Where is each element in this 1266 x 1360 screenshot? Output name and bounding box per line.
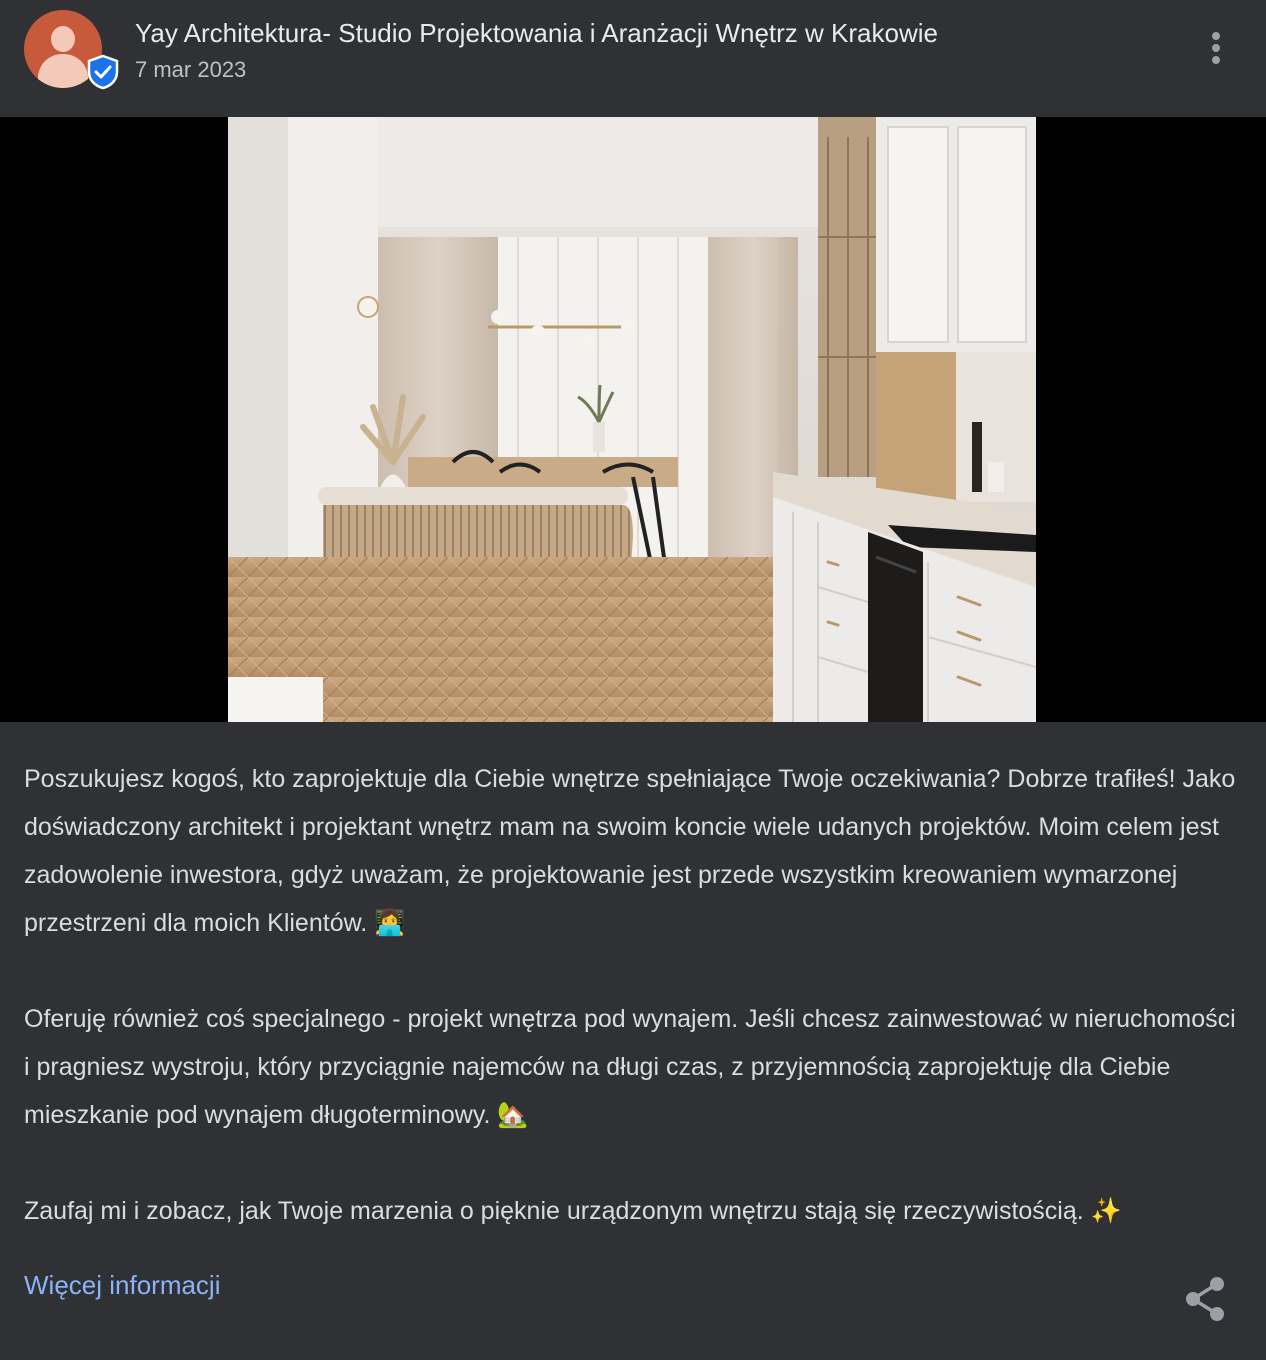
menu-dot [1212, 32, 1220, 40]
menu-dot [1212, 44, 1220, 52]
post-image[interactable] [228, 117, 1036, 722]
menu-dot [1212, 56, 1220, 64]
avatar-head-shape [51, 26, 75, 52]
more-vert-icon[interactable] [1200, 28, 1232, 68]
post-paragraph-3: Zaufaj mi i zobacz, jak Twoje marzenia o… [24, 1197, 1122, 1225]
avatar-body-shape [38, 54, 88, 88]
post-body: Poszukujesz kogoś, kto zaprojektuje dla … [24, 755, 1239, 1235]
author-name[interactable]: Yay Architektura- Studio Projektowania i… [135, 18, 938, 49]
post-date: 7 mar 2023 [135, 57, 247, 82]
post-header: Yay Architektura- Studio Projektowania i… [0, 0, 1266, 117]
post-paragraph-2: Oferuję również coś specjalnego - projek… [24, 1005, 1236, 1129]
post-paragraph-1: Poszukujesz kogoś, kto zaprojektuje dla … [24, 765, 1236, 937]
post-card: Yay Architektura- Studio Projektowania i… [0, 0, 1266, 1360]
share-icon[interactable] [1184, 1276, 1226, 1322]
post-media[interactable] [0, 117, 1266, 722]
more-info-link[interactable]: Więcej informacji [24, 1270, 221, 1301]
verified-badge-icon [87, 54, 119, 90]
